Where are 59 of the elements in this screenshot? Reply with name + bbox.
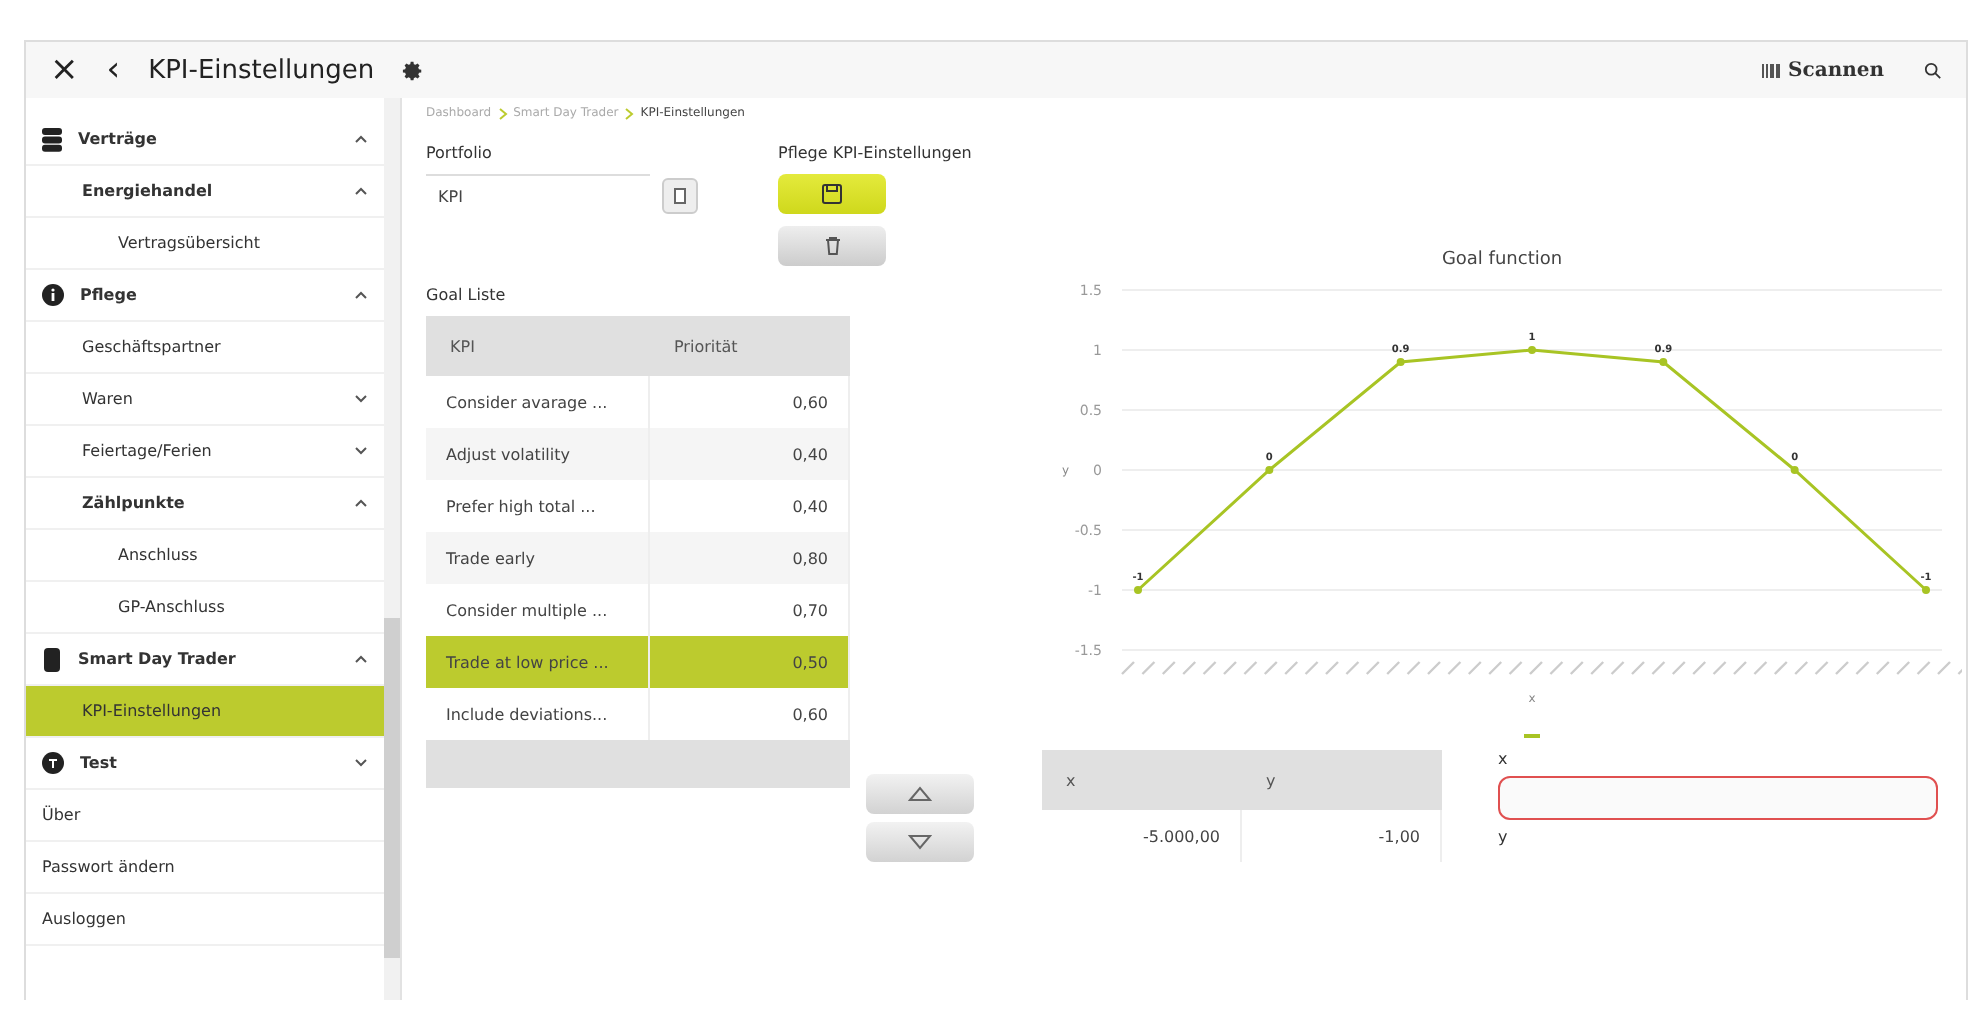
chevron-icon [354,498,368,508]
chevron-icon [354,654,368,664]
chevron-icon [354,446,368,456]
move-up-button[interactable] [866,774,974,814]
data-point [1528,346,1536,354]
portfolio-field[interactable]: KPI [426,174,650,218]
column-header: KPI [426,316,650,376]
trash-icon [823,236,841,256]
field-label: y [1498,828,1510,846]
close-button[interactable]: × [50,50,79,90]
chevron-icon [354,186,368,196]
input-field[interactable] [1498,776,1938,820]
portfolio-label: Portfolio [426,144,494,162]
chevron-icon [624,107,635,119]
section-label: Pflege KPI-Einstellungen [778,144,972,162]
column-header: Priorität [650,316,850,376]
chevron-icon [354,394,368,404]
table-cell[interactable]: 0,40 [650,428,850,480]
table-cell[interactable]: 0,50 [650,636,850,688]
back-button[interactable]: ‹ [106,50,121,90]
barcode-icon [1762,63,1781,77]
delete-button[interactable] [778,226,886,266]
move-down-button[interactable] [866,822,974,862]
table-cell[interactable]: Adjust volatility [426,428,650,480]
field-label: x [1498,750,1510,768]
save-icon [822,184,842,204]
column-header: y [1242,750,1442,810]
table-cell[interactable]: Trade at low price ... [426,636,650,688]
table-cell[interactable]: Trade early [426,532,650,584]
data-point [1134,586,1142,594]
triangle-up-icon [908,786,932,802]
chevron-icon [354,134,368,144]
column-header: x [1042,750,1242,810]
search-icon[interactable] [1924,61,1942,79]
data-point [1659,358,1668,366]
sidebar-item[interactable]: KPI-Einstellungen [26,686,384,738]
chevron-icon [354,290,368,300]
chevron-icon [354,758,368,768]
data-point [1790,466,1799,474]
info-icon [42,284,64,306]
data-point [1265,466,1274,474]
lookup-button[interactable] [662,178,698,214]
device-icon [42,647,62,671]
document-icon [674,188,686,204]
database-icon [42,127,62,151]
triangle-down-icon [908,834,932,850]
chart-title: Goal function [1439,250,1565,270]
sidebar-scrollbar[interactable] [384,98,400,1000]
scan-button[interactable]: Scannen [1750,57,1896,83]
table-cell[interactable]: 0,80 [650,532,850,584]
badge-icon [42,752,64,774]
chevron-icon [497,107,508,119]
settings-icon[interactable] [402,59,425,81]
goal-list-title: Goal Liste [426,286,508,304]
data-point [1396,358,1405,366]
window-title: KPI-Einstellungen [148,55,375,85]
legend-marker [1524,734,1540,738]
data-point [1922,586,1930,594]
save-button[interactable] [778,174,886,214]
